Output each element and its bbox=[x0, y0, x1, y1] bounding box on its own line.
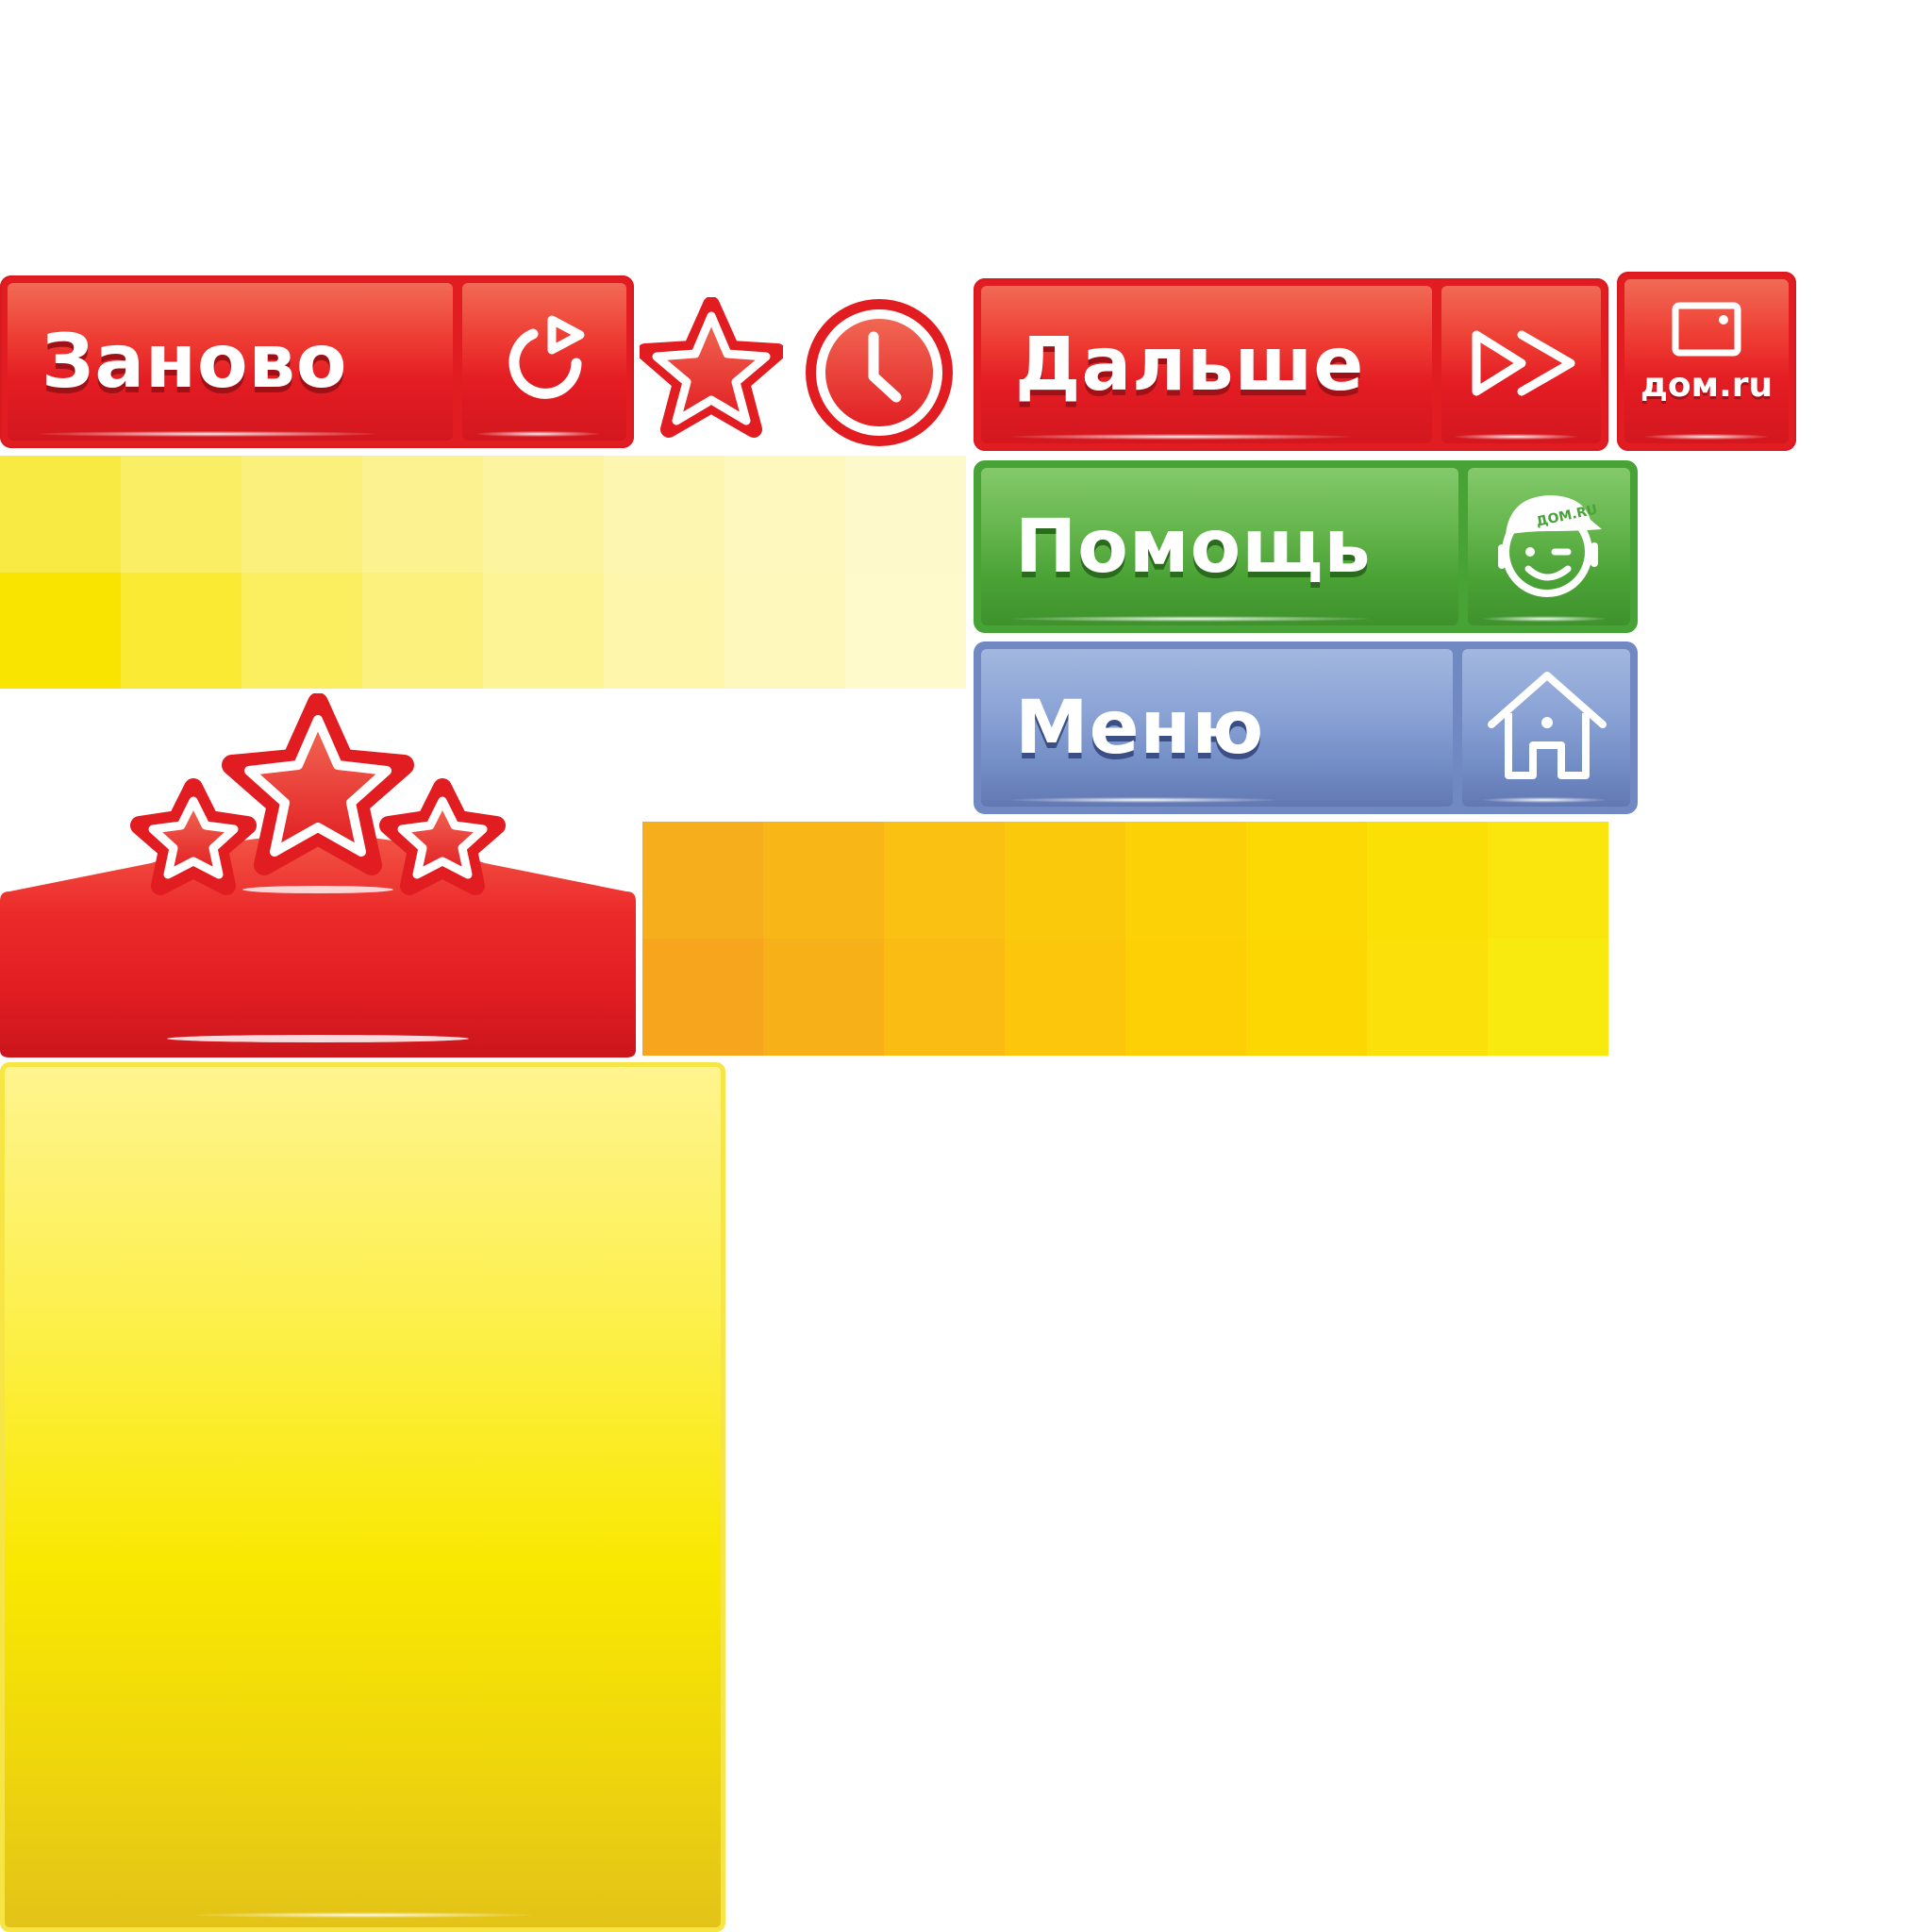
menu-button[interactable]: Меню bbox=[974, 641, 1638, 814]
tv-icon bbox=[1617, 298, 1796, 364]
star-badge[interactable] bbox=[637, 296, 786, 448]
stars-header-panel bbox=[0, 692, 636, 1058]
help-button[interactable]: Помощь ДОМ.RU bbox=[974, 460, 1638, 633]
clock-icon bbox=[806, 299, 953, 446]
fast-forward-icon bbox=[1450, 302, 1601, 425]
star-icon bbox=[637, 296, 786, 438]
home-icon bbox=[1469, 656, 1624, 797]
orange-yellow-palette bbox=[642, 822, 1608, 1056]
help-button-label: Помощь bbox=[1015, 504, 1372, 590]
next-button[interactable]: Дальше bbox=[974, 278, 1608, 451]
light-yellow-palette bbox=[0, 456, 966, 689]
brand-logo-text: дом.ru bbox=[1640, 366, 1774, 405]
timer-badge[interactable] bbox=[804, 297, 955, 448]
next-button-label: Дальше bbox=[1015, 322, 1365, 408]
menu-button-label: Меню bbox=[1015, 685, 1265, 771]
helper-face-icon: ДОМ.RU bbox=[1474, 475, 1624, 616]
three-stars-icon bbox=[0, 692, 636, 1058]
brand-logo-button[interactable]: дом.ru bbox=[1617, 272, 1796, 451]
yellow-panel bbox=[0, 1062, 725, 1932]
restart-button-label: Заново bbox=[42, 319, 348, 405]
restart-button[interactable]: Заново bbox=[0, 275, 634, 448]
restart-icon bbox=[476, 294, 613, 426]
